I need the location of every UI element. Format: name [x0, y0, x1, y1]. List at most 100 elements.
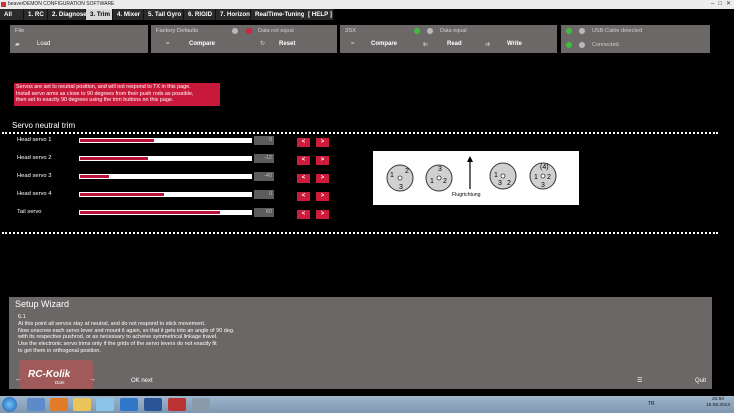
media-taskbar-icon[interactable]	[96, 398, 114, 411]
device-status-text: Data equal	[440, 28, 467, 34]
file-panel-title: File	[15, 28, 25, 34]
tab-help[interactable]: [ HELP ]	[304, 9, 334, 20]
menu-icon[interactable]: ☰	[637, 377, 642, 384]
read-icon: ⇇	[423, 42, 429, 48]
trim-increase-button[interactable]: >	[316, 192, 329, 201]
trim-increase-button[interactable]: >	[316, 156, 329, 165]
tab-diagnose[interactable]: 2. Diagnose	[48, 9, 87, 20]
svg-text:3: 3	[438, 166, 442, 173]
tab-horizon[interactable]: 7. Horizon	[216, 9, 251, 20]
word-taskbar-icon[interactable]	[144, 398, 162, 411]
device-panel: 3SX Data equal = Compare ⇇ Read ⇉ Write	[340, 25, 557, 53]
svg-text:1: 1	[390, 172, 394, 179]
beaver-taskbar-icon[interactable]	[168, 398, 186, 411]
trim-increase-button[interactable]: >	[316, 138, 329, 147]
tab-mixer[interactable]: 4. Mixer	[113, 9, 144, 20]
wizard-line: Now unscrew each servo lever and mount i…	[18, 327, 235, 334]
trim-decrease-button[interactable]: <	[297, 156, 310, 165]
explorer-taskbar-icon[interactable]	[73, 398, 91, 411]
usb-led-off	[579, 28, 585, 34]
app-window: beaverDEMON CONFIGURATION SOFTWARE – □ ✕…	[0, 0, 734, 413]
servo-trim-value: -40	[254, 172, 274, 181]
file-panel: File ▰ Load	[10, 25, 148, 53]
language-indicator[interactable]: TR	[648, 401, 655, 407]
factory-compare-button[interactable]: Compare	[189, 41, 215, 47]
svg-text:2: 2	[405, 168, 409, 175]
trim-decrease-button[interactable]: <	[297, 192, 310, 201]
servo-trim-slider[interactable]	[79, 156, 252, 161]
servo-trim-fill	[80, 139, 154, 142]
usb-status-text: USB-Cable detected	[592, 28, 643, 34]
folder-icon: ▰	[15, 42, 20, 48]
firefox-taskbar-icon[interactable]	[50, 398, 68, 411]
warning-line: then set to exactly 90 degrees using the…	[16, 97, 174, 104]
factory-defaults-title: Factory Defaults	[156, 28, 199, 34]
wizard-nav: ← → OK next ☰ Quit	[9, 373, 712, 389]
wizard-line: to get them in orthogonal position.	[18, 347, 101, 354]
ok-next-button[interactable]: OK next	[131, 378, 153, 384]
device-compare-button[interactable]: Compare	[371, 41, 397, 47]
neutral-warning: Servos are set to neutral position, and …	[14, 83, 220, 106]
window-titlebar: beaverDEMON CONFIGURATION SOFTWARE – □ ✕	[0, 0, 734, 9]
factory-status-text: Data not equal	[258, 28, 294, 34]
svg-text:3: 3	[399, 184, 403, 191]
wizard-line: At this point all servos stay at neutral…	[18, 320, 206, 327]
factory-reset-button[interactable]: Reset	[279, 41, 295, 47]
browser-taskbar-icon[interactable]	[120, 398, 138, 411]
svg-text:1: 1	[534, 174, 538, 181]
servo-label: Head servo 3	[17, 173, 52, 179]
servo-trim-fill	[80, 211, 220, 214]
trim-increase-button[interactable]: >	[316, 174, 329, 183]
servo-trim-slider[interactable]	[79, 138, 252, 143]
servo-trim-fill	[80, 193, 164, 196]
status-led-green	[414, 28, 420, 34]
svg-text:(4): (4)	[540, 164, 549, 171]
divider-bottom	[2, 232, 718, 234]
app-taskbar-icon[interactable]	[192, 398, 210, 411]
tab-tail-gyro[interactable]: 5. Tail Gyro	[144, 9, 184, 20]
device-write-button[interactable]: Write	[507, 41, 522, 47]
tab-realtime-tuning[interactable]: RealTime-Tuning	[251, 9, 305, 20]
status-led-red	[246, 28, 252, 34]
taskbar: TR 20:50 15.06.2013	[0, 396, 734, 413]
connection-status-text: Connected.	[592, 42, 621, 48]
tab-trim[interactable]: 3. Trim	[86, 9, 113, 20]
trim-decrease-button[interactable]: <	[297, 138, 310, 147]
tab-rigid[interactable]: 6. RIGID	[184, 9, 216, 20]
arrow-right-icon[interactable]: →	[89, 376, 96, 383]
wizard-step: 6.1	[18, 314, 26, 320]
close-button[interactable]: ✕	[726, 0, 731, 9]
svg-text:2: 2	[507, 180, 511, 187]
reset-icon: ↻	[260, 41, 266, 47]
ie-taskbar-icon[interactable]	[27, 398, 45, 411]
servo-label: Tail servo	[17, 209, 42, 215]
servo-trim-slider[interactable]	[79, 174, 252, 179]
device-panel-title: 3SX	[345, 28, 356, 34]
warning-line: Servos are set to neutral position, and …	[16, 84, 191, 90]
trim-decrease-button[interactable]: <	[297, 174, 310, 183]
compare-icon: =	[166, 41, 170, 47]
svg-text:1: 1	[494, 172, 498, 179]
load-button[interactable]: Load	[37, 41, 50, 47]
svg-text:2: 2	[547, 174, 551, 181]
trim-increase-button[interactable]: >	[316, 210, 329, 219]
servo-trim-fill	[80, 175, 109, 178]
clock[interactable]: 20:50 15.06.2013	[706, 397, 730, 409]
start-button-icon[interactable]	[2, 397, 17, 412]
quit-button[interactable]: Quit	[695, 378, 706, 384]
trim-decrease-button[interactable]: <	[297, 210, 310, 219]
arrow-left-icon[interactable]: ←	[15, 376, 22, 383]
servo-trim-slider[interactable]	[79, 210, 252, 215]
flight-direction-label: Flugrichtung	[452, 192, 481, 198]
warning-line: Install servo arms as close to 90 degree…	[16, 90, 194, 97]
tab-rc[interactable]: 1. RC	[24, 9, 48, 20]
minimize-button[interactable]: –	[711, 0, 714, 9]
svg-text:1: 1	[430, 178, 434, 185]
tab-all[interactable]: All	[0, 9, 24, 20]
servo-trim-value: 0	[254, 190, 274, 199]
maximize-button[interactable]: □	[718, 0, 722, 9]
servo-trim-slider[interactable]	[79, 192, 252, 197]
svg-text:2: 2	[443, 178, 447, 185]
device-read-button[interactable]: Read	[447, 41, 462, 47]
servo-trim-fill	[80, 157, 148, 160]
